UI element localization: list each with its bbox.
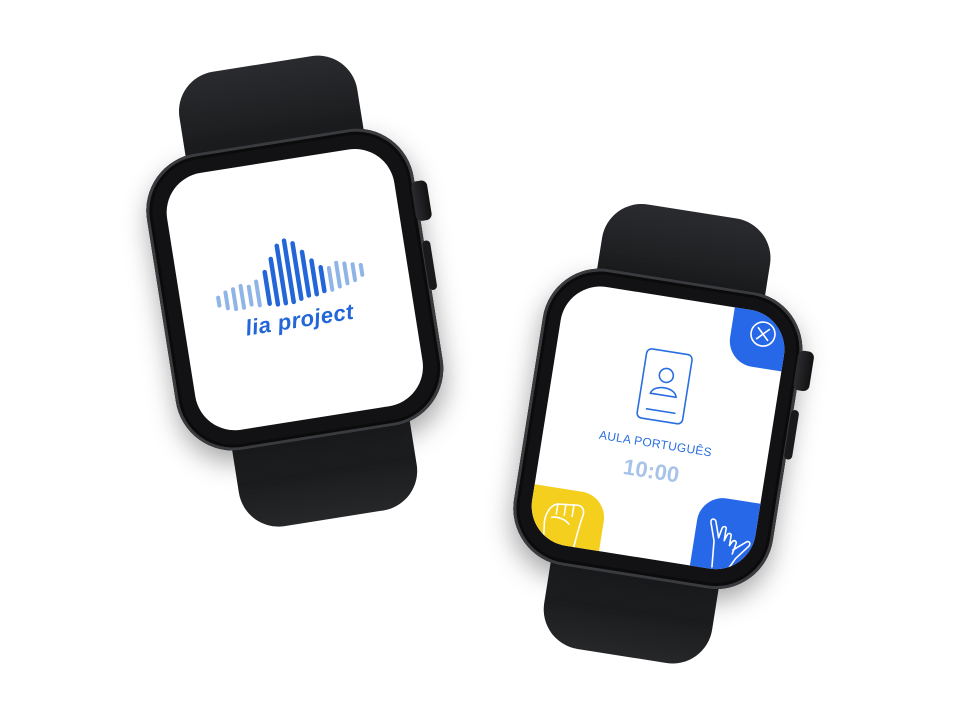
watch-screen-splash: lia project <box>160 143 429 436</box>
watch-left: lia project <box>116 39 494 542</box>
profile-card-icon <box>636 348 693 425</box>
sound-wave-logo-icon <box>216 238 365 312</box>
watch-right: AULA PORTUGUÊS 10:00 <box>487 190 844 680</box>
watch-screen-class: AULA PORTUGUÊS 10:00 <box>525 280 791 575</box>
